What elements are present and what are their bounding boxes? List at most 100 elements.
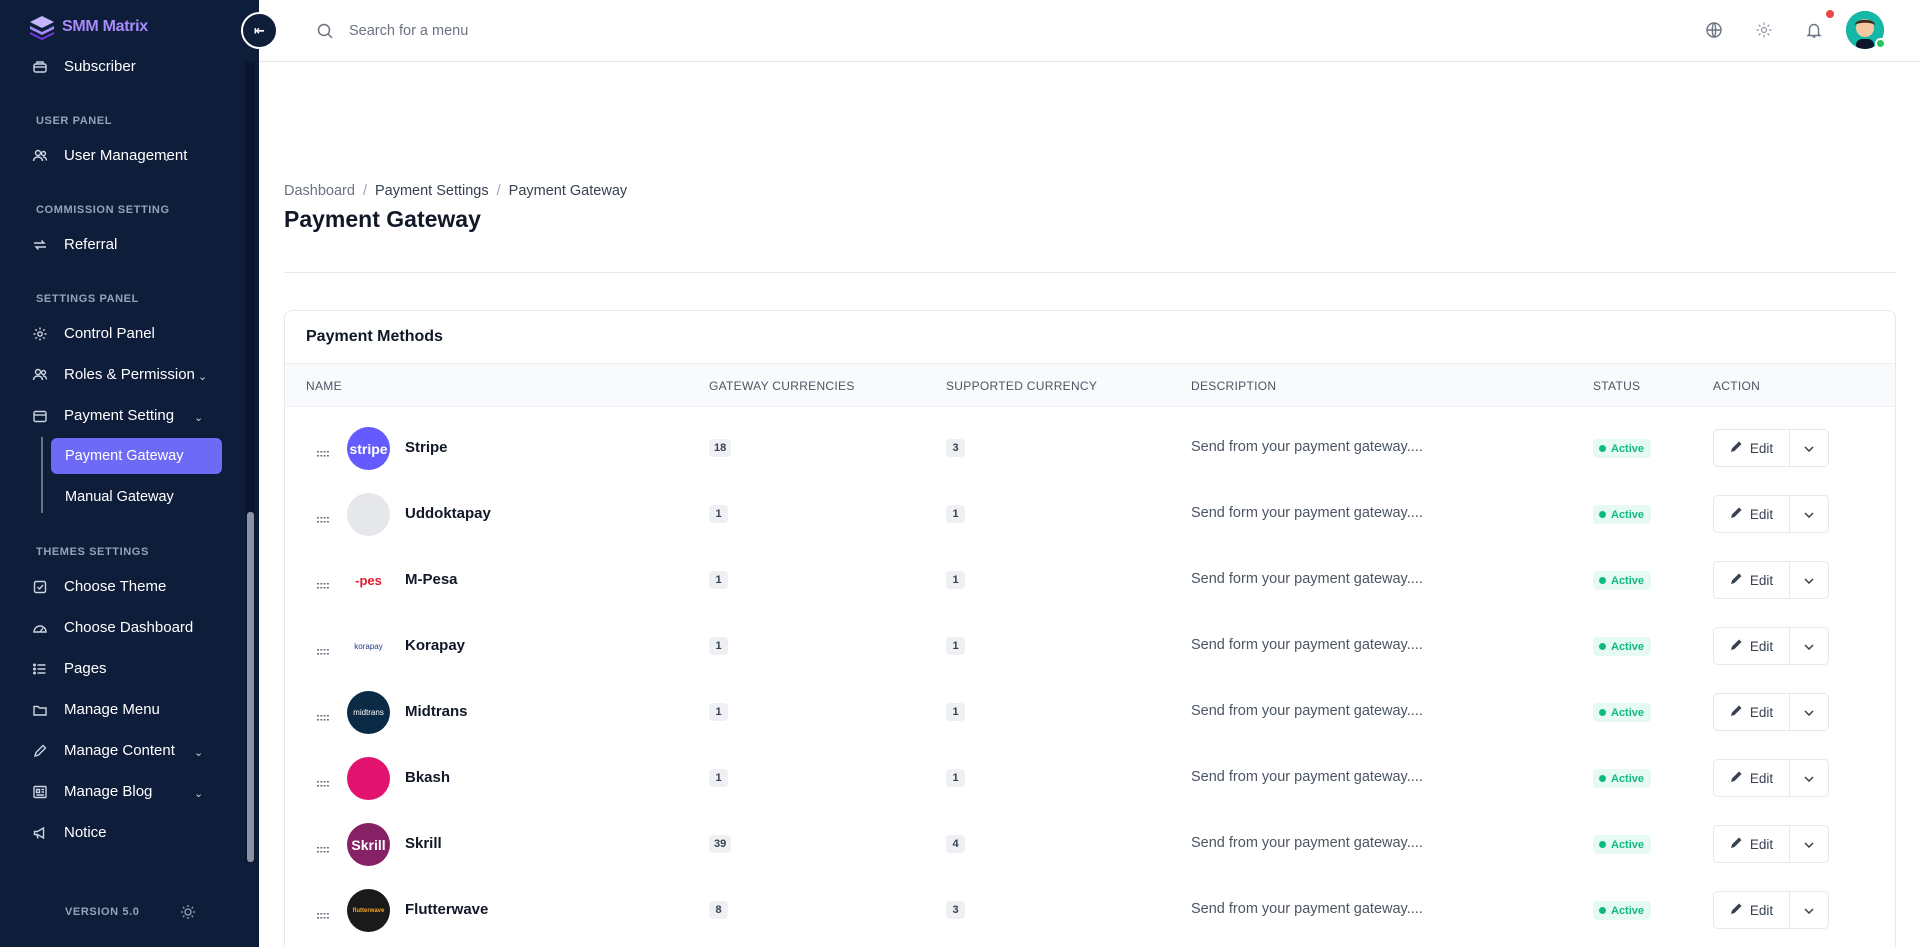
drag-handle-icon[interactable]: [317, 708, 329, 721]
gateway-description: Send form your payment gateway....: [1191, 571, 1423, 587]
gear-icon[interactable]: [1755, 21, 1773, 39]
column-header-gateway-currencies: GATEWAY CURRENCIES: [709, 379, 855, 393]
refresh-icon: [32, 237, 48, 253]
edit-label: Edit: [1749, 704, 1774, 720]
table-row: -pes M-Pesa 1 1 Send form your payment gatew…: [285, 547, 1895, 613]
gateway-name: Skrill: [405, 835, 442, 852]
table-row: Bkash 1 1 Send from your payment gateway...…: [285, 745, 1895, 811]
edit-button[interactable]: Edit: [1714, 826, 1790, 862]
edit-label: Edit: [1749, 572, 1774, 588]
sidebar: SMM Matrix Subscriber USER PANEL User Ma…: [0, 0, 259, 947]
sidebar-item-manage-blog[interactable]: Manage Blog: [32, 783, 152, 800]
action-button-group: Edit: [1713, 429, 1829, 467]
status-badge: Active: [1593, 703, 1652, 722]
breadcrumb-payment-settings[interactable]: Payment Settings: [375, 183, 489, 199]
drag-handle-icon[interactable]: [317, 906, 329, 919]
sidebar-item-pages[interactable]: Pages: [32, 660, 107, 677]
drag-handle-icon[interactable]: [317, 576, 329, 589]
edit-button[interactable]: Edit: [1714, 496, 1790, 532]
edit-button[interactable]: Edit: [1714, 628, 1790, 664]
pencil-icon: [1730, 638, 1743, 654]
pencil-icon: [1730, 704, 1743, 720]
globe-icon[interactable]: [1705, 21, 1723, 39]
sidebar-item-control-panel[interactable]: Control Panel: [32, 325, 155, 342]
gateway-name: Korapay: [405, 637, 466, 654]
search-input[interactable]: [349, 16, 749, 46]
drag-handle-icon[interactable]: [317, 642, 329, 655]
sidebar-item-subscriber[interactable]: Subscriber: [32, 58, 136, 75]
gateway-name: Flutterwave: [405, 901, 489, 918]
edit-button[interactable]: Edit: [1714, 694, 1790, 730]
sidebar-collapse-button[interactable]: ⇤: [241, 12, 278, 49]
chevron-down-icon[interactable]: ⌄: [194, 746, 203, 759]
drag-handle-icon[interactable]: [317, 444, 329, 457]
drag-handle-icon[interactable]: [317, 774, 329, 787]
table-row: stripe Stripe 18 3 Send from your payment ga…: [285, 415, 1895, 481]
breadcrumb-separator: /: [362, 183, 367, 199]
gateway-logo: -pes: [347, 559, 390, 602]
action-dropdown-button[interactable]: [1790, 562, 1828, 598]
edit-button[interactable]: Edit: [1714, 430, 1790, 466]
edit-button[interactable]: Edit: [1714, 562, 1790, 598]
sidebar-item-payment-setting[interactable]: Payment Setting: [32, 407, 174, 424]
section-title-user-panel: USER PANEL: [36, 115, 113, 127]
gateway-currencies-badge: 1: [709, 571, 728, 589]
column-header-description: DESCRIPTION: [1191, 379, 1277, 393]
chevron-down-icon[interactable]: ⌄: [194, 411, 203, 424]
sidebar-scrollbar-thumb[interactable]: [247, 512, 254, 862]
action-dropdown-button[interactable]: [1790, 892, 1828, 928]
chevron-down-icon: [1804, 901, 1814, 919]
edit-label: Edit: [1749, 836, 1774, 852]
sidebar-item-label: Choose Dashboard: [64, 619, 194, 636]
action-dropdown-button[interactable]: [1790, 496, 1828, 532]
chevron-down-icon: [1804, 637, 1814, 655]
sun-icon[interactable]: [180, 904, 196, 920]
sidebar-item-manual-gateway[interactable]: Manual Gateway: [51, 479, 222, 515]
action-dropdown-button[interactable]: [1790, 628, 1828, 664]
sidebar-item-manage-content[interactable]: Manage Content: [32, 742, 175, 759]
gateway-name: Uddoktapay: [405, 505, 491, 522]
edit-label: Edit: [1749, 506, 1774, 522]
action-dropdown-button[interactable]: [1790, 694, 1828, 730]
subscriber-icon: [32, 59, 48, 75]
table-row: Skrill Skrill 39 4 Send from your payment ga…: [285, 811, 1895, 877]
sidebar-item-manage-menu[interactable]: Manage Menu: [32, 701, 160, 718]
sidebar-item-referral[interactable]: Referral: [32, 236, 117, 253]
status-dot: [1599, 445, 1606, 452]
gateway-currencies-badge: 1: [709, 505, 728, 523]
app-name: SMM Matrix: [62, 18, 148, 35]
sidebar-item-label: Choose Theme: [64, 578, 167, 595]
sidebar-item-label: Roles & Permission: [64, 366, 195, 383]
breadcrumb-dashboard[interactable]: Dashboard: [284, 183, 355, 199]
section-title-commission-setting: COMMISSION SETTING: [36, 204, 170, 216]
sidebar-item-notice[interactable]: Notice: [32, 824, 107, 841]
status-label: Active: [1611, 574, 1645, 587]
section-title-themes-settings: THEMES SETTINGS: [36, 546, 149, 558]
status-label: Active: [1611, 838, 1645, 851]
sidebar-item-label: Pages: [64, 660, 107, 677]
sidebar-item-label: Referral: [64, 236, 118, 253]
chevron-down-icon[interactable]: ⌄: [194, 787, 203, 800]
sidebar-item-choose-theme[interactable]: Choose Theme: [32, 578, 166, 595]
sidebar-item-roles-permission[interactable]: Roles & Permission: [32, 366, 195, 383]
status-badge: Active: [1593, 571, 1652, 590]
action-dropdown-button[interactable]: [1790, 760, 1828, 796]
action-dropdown-button[interactable]: [1790, 826, 1828, 862]
sidebar-item-label: Manage Content: [64, 742, 175, 759]
drag-handle-icon[interactable]: [317, 510, 329, 523]
edit-button[interactable]: Edit: [1714, 760, 1790, 796]
sidebar-item-choose-dashboard[interactable]: Choose Dashboard: [32, 619, 193, 636]
app-logo[interactable]: SMM Matrix: [28, 14, 148, 40]
payment-methods-card: Payment Methods NAME GATEWAY CURRENCIES …: [284, 310, 1896, 947]
chevron-down-icon[interactable]: ⌄: [162, 151, 171, 164]
action-dropdown-button[interactable]: [1790, 430, 1828, 466]
drag-handle-icon[interactable]: [317, 840, 329, 853]
bell-icon[interactable]: [1805, 21, 1823, 39]
edit-button[interactable]: Edit: [1714, 892, 1790, 928]
image-placeholder-icon: [347, 493, 390, 536]
sidebar-item-payment-gateway[interactable]: Payment Gateway: [51, 438, 222, 474]
chevron-down-icon[interactable]: ⌄: [198, 370, 207, 383]
chevron-down-icon: [1804, 439, 1814, 457]
status-dot: [1599, 775, 1606, 782]
table-header: NAME GATEWAY CURRENCIES SUPPORTED CURREN…: [285, 363, 1895, 407]
